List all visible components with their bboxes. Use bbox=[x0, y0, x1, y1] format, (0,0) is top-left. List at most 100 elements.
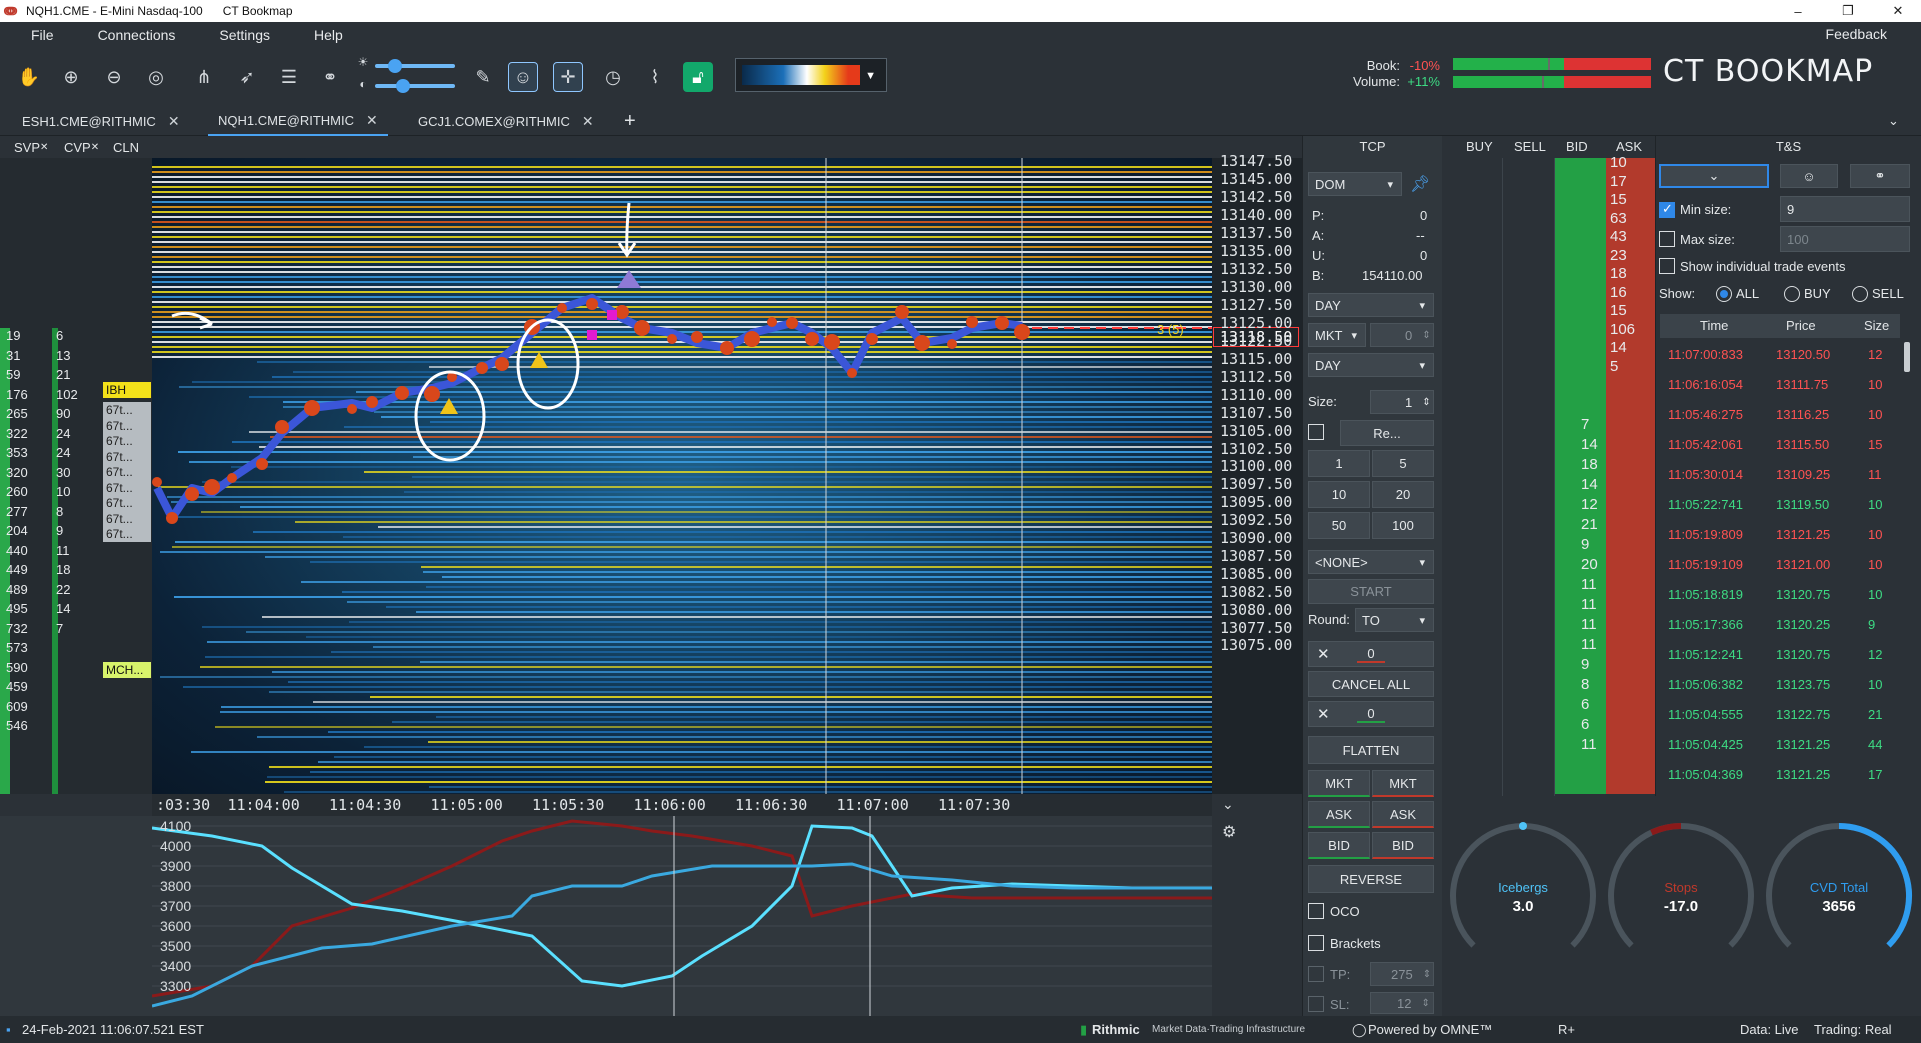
ts-row[interactable]: 11:05:04:425 13121.25 44 bbox=[1660, 730, 1900, 760]
size-10-button[interactable]: 10 bbox=[1308, 481, 1370, 508]
reverse-button[interactable]: REVERSE bbox=[1308, 865, 1434, 893]
cvp-header[interactable]: CVP ✕ bbox=[64, 136, 99, 158]
add-tab-button[interactable]: + bbox=[624, 106, 636, 136]
start-button[interactable]: START bbox=[1308, 579, 1434, 604]
menu-settings[interactable]: Settings bbox=[219, 27, 270, 43]
ts-row[interactable]: 11:05:42:061 13115.50 15 bbox=[1660, 430, 1900, 460]
show-individual-checkbox[interactable] bbox=[1659, 258, 1675, 274]
menu-connections[interactable]: Connections bbox=[98, 27, 176, 43]
link-icon[interactable]: ⚭ bbox=[315, 62, 345, 92]
ts-row[interactable]: 11:06:16:054 13111.75 10 bbox=[1660, 370, 1900, 400]
stepper-icon[interactable]: ⇕ bbox=[1423, 969, 1431, 980]
contrast-slider[interactable] bbox=[375, 84, 455, 88]
cancel-qty-1[interactable]: ✕ 0 bbox=[1308, 641, 1434, 667]
crosshair-icon[interactable]: ✛ bbox=[553, 62, 583, 92]
ts-row[interactable]: 11:05:30:014 13109.25 11 bbox=[1660, 460, 1900, 490]
tp-stepper[interactable]: 275 ⇕ bbox=[1370, 962, 1434, 986]
duration-select-2[interactable]: DAY bbox=[1308, 353, 1434, 377]
close-icon[interactable]: ✕ bbox=[1317, 705, 1330, 723]
ts-row[interactable]: 11:05:06:382 13123.75 10 bbox=[1660, 670, 1900, 700]
ts-dropdown[interactable]: ⌄ bbox=[1659, 164, 1769, 188]
brightness-knob[interactable] bbox=[388, 59, 402, 73]
pencil-icon[interactable]: ✎ bbox=[468, 62, 498, 92]
cancel-qty-2[interactable]: ✕ 0 bbox=[1308, 701, 1434, 727]
strategy-select[interactable]: <NONE> bbox=[1308, 550, 1434, 574]
max-size-input[interactable]: 100 bbox=[1780, 226, 1910, 252]
close-icon[interactable]: ✕ bbox=[366, 112, 378, 129]
ts-row[interactable]: 11:05:04:555 13122.75 21 bbox=[1660, 700, 1900, 730]
tp-checkbox[interactable] bbox=[1308, 966, 1324, 982]
close-window-button[interactable]: ✕ bbox=[1875, 0, 1921, 22]
size-50-button[interactable]: 50 bbox=[1308, 512, 1370, 539]
close-icon[interactable]: ✕ bbox=[1317, 645, 1330, 663]
min-size-checkbox[interactable] bbox=[1659, 201, 1675, 218]
reset-button[interactable]: Re... bbox=[1340, 420, 1434, 446]
time-column-header[interactable]: Time bbox=[1700, 318, 1728, 333]
buy-ask-button[interactable]: ASK bbox=[1308, 801, 1370, 828]
tab-gcj1[interactable]: GCJ1.COMEX@RITHMIC ✕ bbox=[418, 106, 594, 136]
brackets-checkbox[interactable] bbox=[1308, 935, 1324, 951]
maximize-button[interactable]: ❐ bbox=[1825, 0, 1871, 22]
sell-bid-button[interactable]: BID bbox=[1372, 832, 1434, 859]
ts-row[interactable]: 11:05:17:366 13120.25 9 bbox=[1660, 610, 1900, 640]
order-qty-stepper[interactable]: 0 ⇕ bbox=[1370, 323, 1434, 347]
close-icon[interactable]: ✕ bbox=[582, 113, 594, 130]
size-100-button[interactable]: 100 bbox=[1372, 512, 1434, 539]
layers-icon[interactable]: ☰ bbox=[274, 62, 304, 92]
ts-link-button[interactable]: ⚭ bbox=[1850, 164, 1910, 188]
chat-icon[interactable]: ☺ bbox=[508, 62, 538, 92]
radio-buy[interactable] bbox=[1784, 286, 1800, 302]
contrast-knob[interactable] bbox=[396, 79, 410, 93]
size-stepper[interactable]: 1 ⇕ bbox=[1370, 390, 1434, 414]
flatten-button[interactable]: FLATTEN bbox=[1308, 736, 1434, 764]
rocket-icon[interactable]: ➶ bbox=[232, 62, 262, 92]
round-select[interactable]: TO bbox=[1355, 608, 1434, 632]
order-type-select[interactable]: MKT bbox=[1308, 323, 1366, 347]
heatmap-color-selector[interactable]: ▼ bbox=[735, 58, 887, 92]
chart-icon[interactable]: ⌇ bbox=[640, 62, 670, 92]
size-checkbox[interactable] bbox=[1308, 424, 1324, 440]
price-column-header[interactable]: Price bbox=[1786, 318, 1816, 333]
heatmap-chart[interactable]: 3 (5) bbox=[152, 158, 1212, 794]
oco-checkbox[interactable] bbox=[1308, 903, 1324, 919]
size-1-button[interactable]: 1 bbox=[1308, 450, 1370, 477]
timer-icon[interactable]: ◷ bbox=[598, 62, 628, 92]
stepper-icon[interactable]: ⇕ bbox=[1422, 397, 1430, 408]
ts-row[interactable]: 11:05:12:241 13120.75 12 bbox=[1660, 640, 1900, 670]
ts-row[interactable]: 11:05:18:819 13120.75 10 bbox=[1660, 580, 1900, 610]
sl-checkbox[interactable] bbox=[1308, 996, 1324, 1012]
ts-row[interactable]: 11:05:19:809 13121.25 10 bbox=[1660, 520, 1900, 550]
minimize-button[interactable]: – bbox=[1775, 0, 1821, 22]
close-icon[interactable]: ✕ bbox=[91, 142, 99, 153]
menu-help[interactable]: Help bbox=[314, 27, 343, 43]
ts-scrollbar[interactable] bbox=[1904, 342, 1910, 372]
ts-row[interactable]: 11:05:19:109 13121.00 10 bbox=[1660, 550, 1900, 580]
ask-column[interactable]: 10 17 15 63 43 23 18 16 15 106 14 5 bbox=[1606, 154, 1655, 794]
bid-column[interactable]: 7 14 18 14 12 21 9 20 11 11 11 11 9 8 6 6 11 bbox=[1555, 158, 1606, 794]
brightness-slider[interactable] bbox=[375, 64, 455, 68]
duration-select[interactable]: DAY bbox=[1308, 293, 1434, 317]
max-size-checkbox[interactable] bbox=[1659, 231, 1675, 247]
lock-icon[interactable]: 🔓︎ bbox=[683, 62, 713, 92]
size-5-button[interactable]: 5 bbox=[1372, 450, 1434, 477]
buy-mkt-button[interactable]: MKT bbox=[1308, 770, 1370, 797]
zoom-in-icon[interactable]: ⊕ bbox=[56, 62, 86, 92]
ts-row[interactable]: 11:07:00:833 13120.50 12 bbox=[1660, 340, 1900, 370]
stepper-icon[interactable]: ⇕ bbox=[1422, 330, 1430, 341]
size-20-button[interactable]: 20 bbox=[1372, 481, 1434, 508]
tab-esh1[interactable]: ESH1.CME@RITHMIC ✕ bbox=[22, 106, 180, 136]
zoom-fit-icon[interactable]: ◎ bbox=[141, 62, 171, 92]
chevron-down-icon[interactable]: ⌄ bbox=[1888, 106, 1899, 136]
stepper-icon[interactable]: ⇕ bbox=[1421, 998, 1429, 1009]
menu-file[interactable]: File bbox=[31, 27, 54, 43]
cln-header[interactable]: CLN bbox=[113, 136, 139, 158]
size-column-header[interactable]: Size bbox=[1864, 318, 1889, 333]
radio-sell[interactable] bbox=[1852, 286, 1868, 302]
feedback-link[interactable]: Feedback bbox=[1826, 26, 1887, 42]
zoom-out-icon[interactable]: ⊖ bbox=[99, 62, 129, 92]
radio-all[interactable] bbox=[1716, 286, 1732, 302]
pin-icon[interactable]: 📌︎ bbox=[1410, 174, 1430, 194]
cancel-all-button[interactable]: CANCEL ALL bbox=[1308, 671, 1434, 697]
close-icon[interactable]: ✕ bbox=[40, 142, 48, 153]
ts-chat-button[interactable]: ☺ bbox=[1780, 164, 1838, 188]
